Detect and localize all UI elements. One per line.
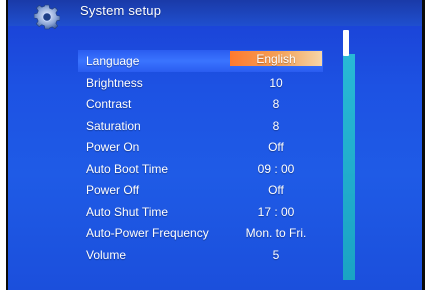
setting-label: Auto Boot Time <box>86 161 169 176</box>
page-title: System setup <box>80 3 162 18</box>
setting-row-brightness[interactable]: Brightness 10 <box>78 72 323 94</box>
setting-row-contrast[interactable]: Contrast 8 <box>78 93 323 115</box>
setting-label: Language <box>86 54 140 68</box>
setting-value[interactable]: Mon. to Fri. <box>230 226 322 240</box>
osd-screen: System setup Language English Brightness 10… <box>6 0 425 290</box>
setting-row-language[interactable]: Language English <box>78 50 323 72</box>
setting-value[interactable]: 09 : 00 <box>230 162 322 176</box>
setting-label: Saturation <box>86 118 141 133</box>
setting-value[interactable]: 17 : 00 <box>230 205 322 219</box>
settings-list: Language English Brightness 10 Contrast 8 Satu… <box>78 50 338 265</box>
setting-row-power-on[interactable]: Power On Off <box>78 136 323 158</box>
setting-row-auto-boot-time[interactable]: Auto Boot Time 09 : 00 <box>78 158 323 180</box>
scrollbar-track[interactable] <box>343 54 355 280</box>
setting-value[interactable]: 8 <box>230 119 322 133</box>
setting-label: Contrast <box>86 97 132 111</box>
setting-value[interactable]: 10 <box>230 76 322 90</box>
setting-value[interactable]: Off <box>230 183 322 197</box>
setting-label: Auto Shut Time <box>86 204 169 219</box>
setting-row-saturation[interactable]: Saturation 8 <box>78 115 323 137</box>
setting-label: Power On <box>86 140 140 154</box>
setting-label: Brightness <box>86 75 143 90</box>
setting-value[interactable]: English <box>230 51 322 66</box>
setting-label: Power Off <box>86 183 140 197</box>
scrollbar-thumb[interactable] <box>343 30 349 56</box>
monitor-bezel: System setup Language English Brightness 10… <box>0 0 425 299</box>
setting-row-power-off[interactable]: Power Off Off <box>78 179 323 201</box>
setting-value[interactable]: 5 <box>230 248 322 262</box>
setting-label: Volume <box>86 247 127 262</box>
setting-row-volume[interactable]: Volume 5 <box>78 244 323 266</box>
setting-value[interactable]: 8 <box>230 97 322 111</box>
gear-icon <box>34 4 60 30</box>
header-bar <box>8 0 422 26</box>
setting-label: Auto-Power Frequency <box>86 226 209 240</box>
setting-row-auto-shut-time[interactable]: Auto Shut Time 17 : 00 <box>78 201 323 223</box>
setting-row-auto-power-frequency[interactable]: Auto-Power Frequency Mon. to Fri. <box>78 222 323 244</box>
setting-value[interactable]: Off <box>230 140 322 154</box>
